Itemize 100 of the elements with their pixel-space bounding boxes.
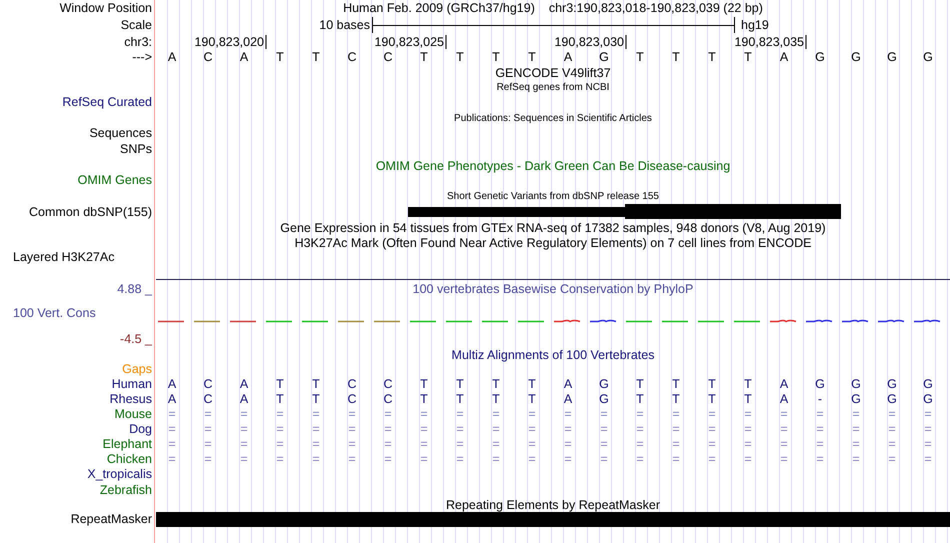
aligned-base: = bbox=[204, 422, 212, 436]
base-letter: C bbox=[347, 50, 357, 64]
base-letter: G bbox=[851, 50, 861, 64]
aligned-base: = bbox=[672, 437, 680, 451]
aligned-base: = bbox=[924, 437, 932, 451]
base-letter: T bbox=[420, 50, 428, 64]
aligned-base: = bbox=[204, 437, 212, 451]
aligned-base: = bbox=[420, 452, 428, 466]
aligned-base: = bbox=[312, 407, 320, 421]
assembly-title: Human Feb. 2009 (GRCh37/hg19) bbox=[343, 1, 535, 15]
species-label: Dog bbox=[129, 422, 152, 436]
aligned-base: = bbox=[780, 422, 788, 436]
aligned-base: A bbox=[240, 377, 248, 391]
aligned-base: C bbox=[203, 377, 213, 391]
base-letter: G bbox=[923, 50, 933, 64]
species-label: Elephant bbox=[102, 437, 152, 451]
track-title: H3K27Ac Mark (Often Found Near Active Regulatory Elements) on 7 cell lines from ENCODE bbox=[294, 236, 812, 250]
base-letter: G bbox=[815, 50, 825, 64]
aligned-base: = bbox=[312, 422, 320, 436]
aligned-base: = bbox=[420, 407, 428, 421]
track-label[interactable]: 100 Vert. Cons bbox=[13, 306, 96, 320]
aligned-base: = bbox=[420, 437, 428, 451]
aligned-base: = bbox=[744, 407, 752, 421]
aligned-base: = bbox=[276, 407, 284, 421]
aligned-base: = bbox=[348, 422, 356, 436]
aligned-base: T bbox=[456, 377, 464, 391]
track-label[interactable]: Sequences bbox=[89, 126, 152, 140]
aligned-base: = bbox=[240, 422, 248, 436]
aligned-base: G bbox=[887, 392, 897, 406]
track-label[interactable]: OMIM Genes bbox=[78, 173, 152, 187]
aligned-base: = bbox=[780, 452, 788, 466]
base-letter: A bbox=[780, 50, 788, 64]
track-label[interactable]: 4.88 _ bbox=[117, 282, 152, 296]
track-label[interactable]: Layered H3K27Ac bbox=[13, 250, 114, 264]
aligned-base: T bbox=[744, 392, 752, 406]
aligned-base: = bbox=[168, 407, 176, 421]
track-label[interactable]: SNPs bbox=[120, 142, 152, 156]
aligned-base: = bbox=[888, 452, 896, 466]
track-title: Short Genetic Variants from dbSNP release 155 bbox=[447, 191, 659, 203]
aligned-base: = bbox=[384, 437, 392, 451]
ruler-coordinate: 190,823,030 bbox=[554, 35, 626, 49]
aligned-base: = bbox=[312, 437, 320, 451]
aligned-base: G bbox=[851, 392, 861, 406]
row-label: Scale bbox=[120, 18, 152, 32]
position-range: chr3:190,823,018-190,823,039 (22 bp) bbox=[548, 1, 763, 15]
aligned-base: G bbox=[851, 377, 861, 391]
track-label[interactable]: -4.5 _ bbox=[120, 332, 152, 346]
aligned-base: = bbox=[276, 437, 284, 451]
row-label: chr3: bbox=[124, 35, 152, 49]
track-title: Publications: Sequences in Scientific Articles bbox=[454, 113, 652, 125]
assembly-label: hg19 bbox=[741, 18, 769, 32]
aligned-base: = bbox=[600, 437, 608, 451]
aligned-base: = bbox=[816, 452, 824, 466]
aligned-base: = bbox=[564, 452, 572, 466]
aligned-base: = bbox=[780, 437, 788, 451]
base-letter: T bbox=[708, 50, 716, 64]
track-label[interactable]: Common dbSNP(155) bbox=[29, 205, 152, 219]
aligned-base: = bbox=[636, 422, 644, 436]
aligned-base: = bbox=[672, 407, 680, 421]
aligned-base: G bbox=[599, 392, 609, 406]
aligned-base: A bbox=[564, 377, 572, 391]
track-label[interactable]: RefSeq Curated bbox=[62, 95, 152, 109]
track-title: Repeating Elements by RepeatMasker bbox=[446, 498, 660, 512]
base-letter: A bbox=[240, 50, 248, 64]
base-letter: T bbox=[528, 50, 536, 64]
aligned-base: A bbox=[780, 377, 788, 391]
base-letter: T bbox=[744, 50, 752, 64]
aligned-base: G bbox=[887, 377, 897, 391]
species-label: Human bbox=[112, 377, 152, 391]
ruler-coordinate: 190,823,025 bbox=[374, 35, 446, 49]
aligned-base: A bbox=[168, 377, 176, 391]
aligned-base: = bbox=[672, 422, 680, 436]
aligned-base: = bbox=[924, 422, 932, 436]
track-label[interactable]: RepeatMasker bbox=[70, 512, 152, 526]
aligned-base: = bbox=[384, 407, 392, 421]
aligned-base: = bbox=[204, 407, 212, 421]
scale-length: 10 bases bbox=[319, 18, 370, 32]
aligned-base: T bbox=[456, 392, 464, 406]
aligned-base: = bbox=[564, 407, 572, 421]
track-title: Gene Expression in 54 tissues from GTEx RNA-seq of 17382 samples, 948 donors (V8, Aug 2019) bbox=[280, 221, 826, 235]
aligned-base: = bbox=[312, 452, 320, 466]
aligned-base: = bbox=[744, 422, 752, 436]
aligned-base: = bbox=[636, 452, 644, 466]
aligned-base: T bbox=[744, 377, 752, 391]
base-letter: T bbox=[312, 50, 320, 64]
aligned-base: = bbox=[708, 407, 716, 421]
aligned-base: = bbox=[528, 437, 536, 451]
aligned-base: G bbox=[599, 377, 609, 391]
aligned-base: = bbox=[492, 452, 500, 466]
aligned-base: = bbox=[384, 452, 392, 466]
base-letter: C bbox=[203, 50, 213, 64]
aligned-base: T bbox=[672, 377, 680, 391]
base-letter: T bbox=[276, 50, 284, 64]
aligned-base: = bbox=[240, 452, 248, 466]
aligned-base: A bbox=[240, 392, 248, 406]
track-title: Multiz Alignments of 100 Vertebrates bbox=[452, 348, 654, 362]
aligned-base: = bbox=[852, 437, 860, 451]
aligned-base: = bbox=[708, 452, 716, 466]
aligned-base: T bbox=[528, 392, 536, 406]
aligned-base: A bbox=[168, 392, 176, 406]
